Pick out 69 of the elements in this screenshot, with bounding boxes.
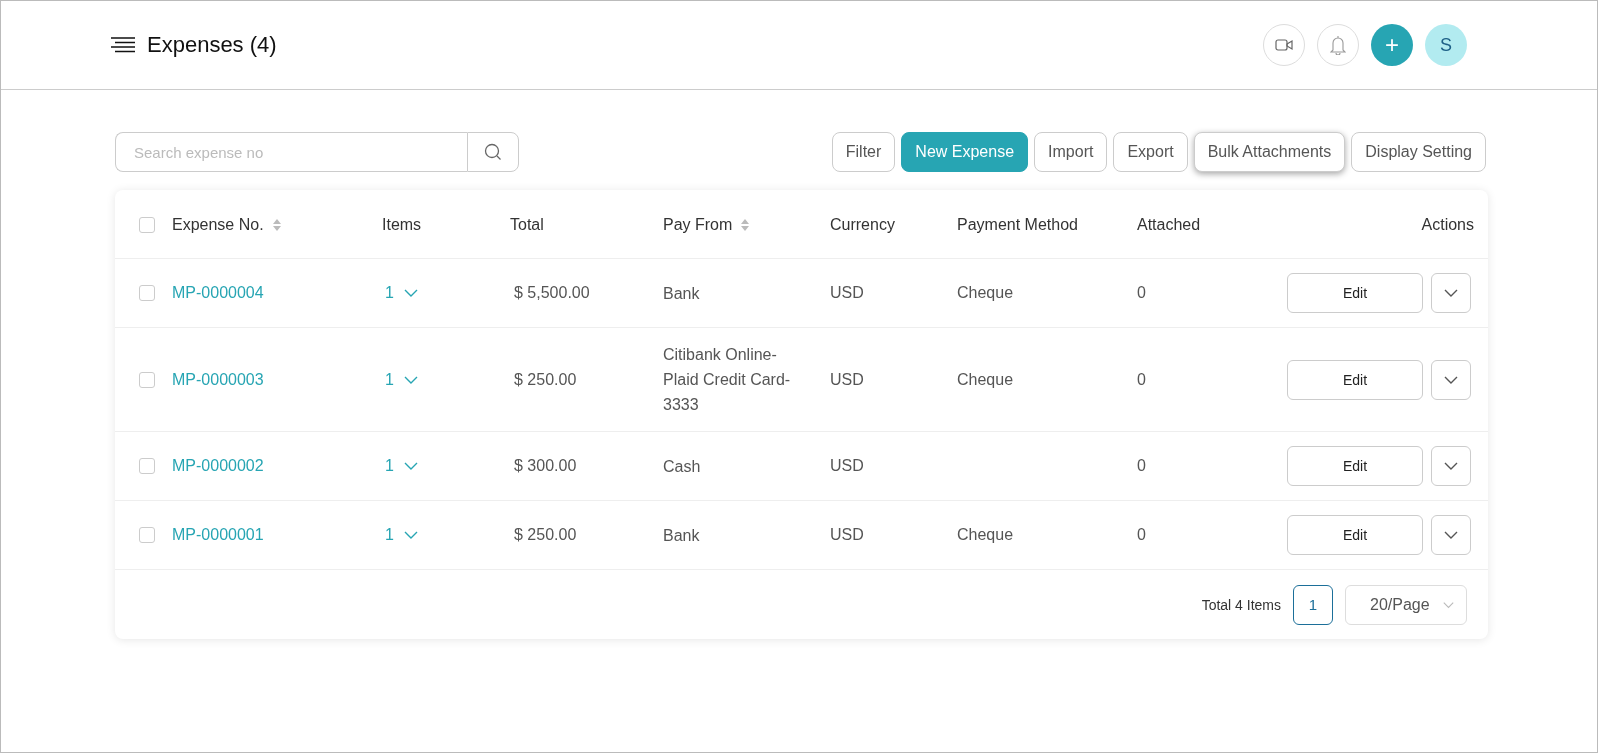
edit-button[interactable]: Edit [1287, 515, 1423, 555]
table-cell-text: 0 [1137, 457, 1147, 475]
edit-button[interactable]: Edit [1287, 359, 1423, 400]
toolbar-button[interactable]: Display Setting [1351, 132, 1486, 172]
page-size-select[interactable]: 20/Page [1345, 584, 1467, 625]
row-checkbox[interactable] [139, 285, 155, 301]
chevron-down-icon [1443, 600, 1454, 609]
table-cell-text: $ 250.00 [514, 526, 578, 544]
more-actions-button[interactable] [1431, 515, 1471, 555]
video-button[interactable] [1263, 24, 1305, 66]
select-all-checkbox[interactable] [139, 217, 155, 233]
table-cell-text: Cheque [957, 284, 1015, 302]
table-cell-text: 0 [1137, 370, 1147, 389]
more-actions-button[interactable] [1431, 359, 1471, 400]
toolbar-button[interactable]: Export [1113, 132, 1188, 172]
column-header: Payment Method [957, 216, 1079, 234]
search-icon [484, 143, 502, 161]
table-cell-text: USD [830, 284, 865, 302]
table-cell-text: Cheque [957, 526, 1015, 544]
column-header[interactable]: Pay From [663, 216, 751, 234]
column-header: Currency [830, 216, 896, 234]
notification-button[interactable] [1317, 24, 1359, 66]
column-header: Items [382, 216, 423, 234]
table-cell-text: $ 250.00 [514, 370, 578, 389]
search-button[interactable] [467, 132, 519, 172]
bell-icon [1330, 35, 1346, 55]
table-cell-text: Cheque [957, 370, 1015, 389]
table-cell-text: USD [830, 370, 865, 389]
chevron-down-icon [403, 289, 418, 297]
column-header: Actions [1421, 216, 1474, 234]
table-cell-text: Bank [663, 525, 701, 546]
column-header: Attached [1137, 216, 1202, 234]
chevron-down-icon [1444, 531, 1458, 539]
chevron-down-icon [1444, 462, 1458, 470]
total-items-text: Total 4 Items [1201, 596, 1281, 613]
toolbar-button[interactable]: Import [1034, 132, 1108, 172]
sort-icon[interactable] [271, 218, 282, 232]
edit-button[interactable]: Edit [1287, 446, 1423, 486]
chevron-down-icon [1444, 289, 1458, 297]
table-cell-text: USD [830, 526, 865, 544]
table-cell-text: 0 [1137, 526, 1147, 544]
row-checkbox[interactable] [139, 527, 155, 543]
search-field[interactable]: Search expense no [115, 132, 467, 172]
page-title: Expenses (4) [147, 32, 278, 58]
row-checkbox[interactable] [139, 458, 155, 474]
more-actions-button[interactable] [1431, 273, 1471, 313]
table-cell-text: $ 300.00 [514, 457, 578, 475]
page-button[interactable]: 1 [1293, 584, 1333, 625]
edit-button[interactable]: Edit [1287, 273, 1423, 313]
chevron-down-icon [403, 462, 418, 470]
video-camera-icon [1275, 39, 1293, 51]
user-avatar[interactable]: S [1425, 24, 1467, 66]
chevron-down-icon [403, 375, 418, 384]
table-cell-text: Citibank Online-Plaid Credit Card-3333 [663, 345, 792, 415]
table-cell-text: USD [830, 457, 865, 475]
column-header[interactable]: Expense No. [172, 216, 282, 234]
sort-icon[interactable] [740, 218, 751, 232]
table-cell-text: Cash [663, 456, 702, 477]
table-cell-text: 0 [1137, 284, 1147, 302]
chevron-down-icon [1444, 375, 1458, 384]
chevron-down-icon [403, 531, 418, 539]
column-header: Total [510, 216, 545, 234]
menu-icon[interactable] [111, 37, 135, 53]
toolbar-button[interactable]: Filter [831, 132, 896, 172]
table-cell-text: Bank [663, 283, 701, 304]
table-cell-text: $ 5,500.00 [514, 284, 591, 302]
row-checkbox[interactable] [139, 371, 155, 388]
toolbar-button[interactable]: Bulk Attachments [1193, 132, 1346, 172]
more-actions-button[interactable] [1431, 446, 1471, 486]
